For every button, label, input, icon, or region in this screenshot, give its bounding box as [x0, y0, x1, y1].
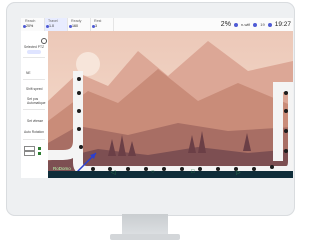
divider — [23, 79, 45, 80]
ptz-selector[interactable] — [27, 50, 41, 54]
clock: 19:27 — [274, 21, 291, 28]
tab-label: Travel — [48, 19, 58, 23]
landscape-svg — [48, 31, 293, 178]
alarm-icon — [267, 22, 272, 27]
app-logo: RoDomo — [53, 166, 71, 171]
tab-rest[interactable]: Rest 3 — [91, 18, 114, 31]
tab-value: 20% — [26, 24, 34, 28]
collapse-icon[interactable] — [41, 38, 47, 44]
monitor-frame: Reach 20% Travel 1.0 Ready 160 Rest 3 2%… — [6, 2, 295, 216]
network-label: n-wifi — [240, 22, 251, 27]
stand-neck — [122, 214, 168, 236]
status-indicators: 2% n-wifi 19 19:27 — [221, 18, 291, 31]
tablet-screen: Reach 20% Travel 1.0 Ready 160 Rest 3 2%… — [21, 18, 293, 178]
tab-ready[interactable]: Ready 160 — [68, 18, 91, 31]
home-button[interactable]: ○ — [151, 169, 155, 175]
side-item-auto-pos[interactable]: Set pos Automatique — [27, 97, 46, 105]
signal-icon — [233, 22, 238, 27]
tab-value: 160 — [72, 24, 78, 28]
tab-value: 1.0 — [49, 24, 54, 28]
status-bar: Reach 20% Travel 1.0 Ready 160 Rest 3 2%… — [21, 18, 293, 31]
mode-tabs: Reach 20% Travel 1.0 Ready 160 Rest 3 — [22, 18, 114, 31]
tab-travel[interactable]: Travel 1.0 — [45, 18, 68, 31]
lock-box-2[interactable] — [24, 151, 35, 156]
divider — [23, 139, 45, 140]
side-item-auto-rotation[interactable]: Auto Rotation — [24, 130, 44, 134]
recent-button[interactable]: □ — [191, 169, 195, 175]
tab-label: Rest — [94, 19, 102, 23]
side-item-speed[interactable]: Set vitesse — [27, 119, 43, 123]
back-button[interactable]: ◁ — [111, 169, 116, 176]
temperature: 19 — [260, 22, 265, 27]
landscape-map[interactable] — [48, 31, 293, 178]
forward-button[interactable]: ▷ — [236, 169, 241, 176]
check-icon[interactable] — [38, 152, 41, 155]
tab-reach[interactable]: Reach 20% — [22, 18, 45, 31]
check-icon[interactable] — [38, 147, 41, 150]
side-item-ne[interactable]: NE — [26, 71, 31, 75]
tab-value: 3 — [95, 24, 97, 28]
side-item-selected: Selected PTZ — [24, 45, 44, 49]
settings-icon[interactable] — [253, 22, 258, 27]
divider — [23, 57, 45, 58]
tab-label: Ready — [71, 19, 82, 23]
stand-base — [110, 234, 180, 240]
side-item-shift-speed[interactable]: Shift speed — [26, 87, 43, 91]
side-panel: Selected PTZ NE Shift speed Set pos Auto… — [21, 31, 48, 178]
nav-bar-bg — [48, 171, 293, 178]
divider — [23, 109, 45, 110]
battery-percent: 2% — [220, 21, 231, 28]
tab-label: Reach — [25, 19, 36, 23]
